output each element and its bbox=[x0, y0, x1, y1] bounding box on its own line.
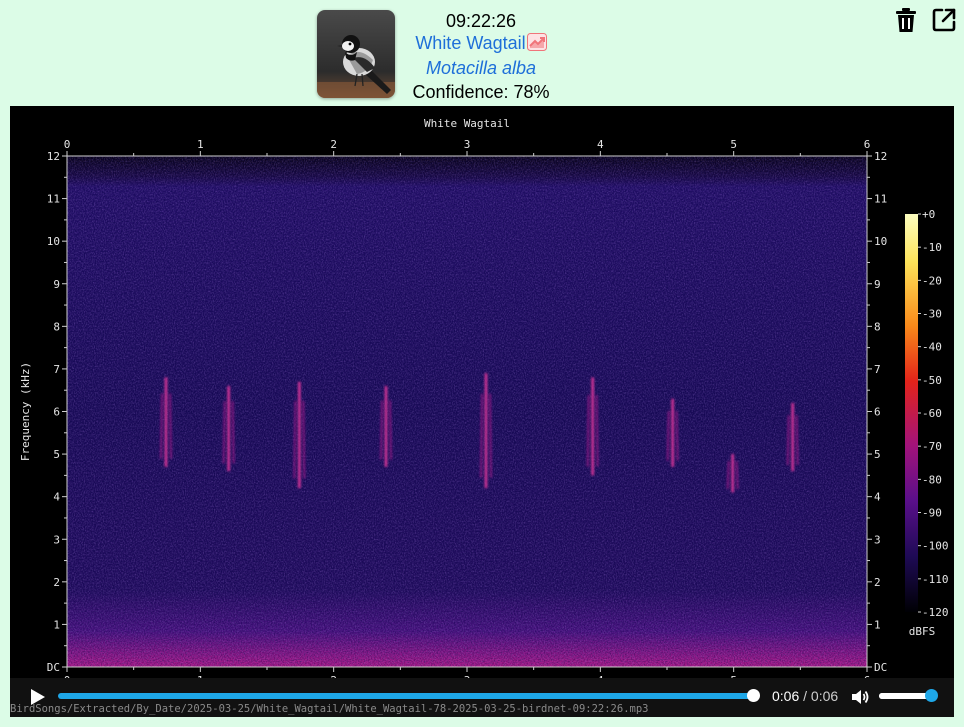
y-tick-label-left: DC bbox=[47, 661, 60, 674]
colorbar-tick-label: -120 bbox=[922, 606, 949, 619]
common-name-row: White Wagtail bbox=[398, 32, 564, 56]
call-streak bbox=[795, 415, 799, 466]
y-tick-label-right: 7 bbox=[874, 363, 881, 376]
total-time: 0:06 bbox=[810, 688, 839, 704]
y-tick-label-left: 3 bbox=[53, 533, 60, 546]
y-tick-label-left: 2 bbox=[53, 576, 60, 589]
y-tick-label-left: 6 bbox=[53, 406, 60, 419]
colorbar bbox=[905, 214, 918, 612]
x-tick-label-top: 3 bbox=[464, 138, 471, 151]
bird-thumbnail[interactable] bbox=[317, 10, 395, 98]
detection-page: 09:22:26 White Wagtail Motacilla alba Co… bbox=[0, 0, 964, 727]
colorbar-tick-label: -40 bbox=[922, 341, 942, 354]
colorbar-tick-label: +0 bbox=[922, 208, 935, 221]
x-tick-label-top: 2 bbox=[330, 138, 337, 151]
call-streak bbox=[726, 460, 730, 489]
scientific-name: Motacilla alba bbox=[425, 58, 537, 78]
call-streak bbox=[735, 460, 739, 489]
volume-fill bbox=[879, 693, 931, 699]
volume-icon[interactable] bbox=[850, 687, 870, 707]
common-name-link[interactable]: White Wagtail bbox=[415, 33, 525, 53]
y-tick-label-left: 10 bbox=[47, 235, 60, 248]
call-streak bbox=[595, 395, 599, 467]
time-display: 0:06 / 0:06 bbox=[772, 688, 838, 704]
y-tick-label-left: 12 bbox=[47, 150, 60, 163]
external-link-icon[interactable] bbox=[930, 6, 958, 34]
x-tick-label-top: 1 bbox=[197, 138, 204, 151]
colorbar-tick-label: -30 bbox=[922, 308, 942, 321]
colorbar-tick-label: -60 bbox=[922, 407, 942, 420]
y-tick-label-right: 11 bbox=[874, 193, 887, 206]
colorbar-tick-label: -80 bbox=[922, 473, 942, 486]
trending-up-icon[interactable] bbox=[526, 33, 547, 56]
trash-icon[interactable] bbox=[892, 6, 920, 34]
x-tick-label-top: 6 bbox=[864, 138, 871, 151]
colorbar-tick-label: -50 bbox=[922, 374, 942, 387]
colorbar-tick-label: -20 bbox=[922, 274, 942, 287]
y-tick-label-right: 5 bbox=[874, 448, 881, 461]
y-tick-label-right: 2 bbox=[874, 576, 881, 589]
y-tick-label-left: 8 bbox=[53, 320, 60, 333]
volume-slider[interactable] bbox=[879, 689, 938, 702]
y-tick-label-right: 1 bbox=[874, 618, 881, 631]
spectrogram-noise-dark bbox=[67, 156, 867, 667]
y-tick-label-left: 9 bbox=[53, 278, 60, 291]
y-tick-label-left: 4 bbox=[53, 491, 60, 504]
colorbar-tick-label: -100 bbox=[922, 540, 949, 553]
colorbar-tick-label: -70 bbox=[922, 440, 942, 453]
colorbar-tick-label: -90 bbox=[922, 507, 942, 520]
y-tick-label-right: 9 bbox=[874, 278, 881, 291]
y-tick-label-right: 10 bbox=[874, 235, 887, 248]
detection-info: 09:22:26 White Wagtail Motacilla alba Co… bbox=[398, 10, 564, 104]
call-streak bbox=[480, 393, 483, 478]
play-icon[interactable] bbox=[26, 686, 48, 708]
y-tick-label-right: 6 bbox=[874, 406, 881, 419]
call-streak bbox=[293, 400, 297, 479]
colorbar-label: dBFS bbox=[909, 625, 936, 638]
time-separator: / bbox=[799, 688, 811, 704]
y-tick-label-right: 3 bbox=[874, 533, 881, 546]
current-time: 0:06 bbox=[772, 688, 800, 704]
y-axis-label: Frequency (kHz) bbox=[19, 362, 32, 461]
y-tick-label-right: 4 bbox=[874, 491, 881, 504]
call-streak bbox=[389, 400, 392, 460]
x-tick-label-top: 0 bbox=[64, 138, 71, 151]
colorbar-tick-label: -110 bbox=[922, 573, 949, 586]
spectrogram[interactable]: 00112233445566DCDC1122334455667788991010… bbox=[10, 106, 954, 678]
call-streak bbox=[786, 415, 790, 466]
volume-thumb[interactable] bbox=[925, 689, 938, 702]
call-streak bbox=[302, 400, 306, 479]
seek-thumb[interactable] bbox=[747, 689, 760, 702]
spectrogram-title: White Wagtail bbox=[424, 117, 510, 130]
colorbar-tick-label: -10 bbox=[922, 241, 942, 254]
call-streak bbox=[666, 410, 670, 461]
y-tick-label-left: 7 bbox=[53, 363, 60, 376]
seek-bar[interactable] bbox=[58, 689, 760, 702]
x-tick-label-top: 5 bbox=[730, 138, 737, 151]
y-tick-label-right: 12 bbox=[874, 150, 887, 163]
call-streak bbox=[380, 400, 383, 460]
y-tick-label-right: 8 bbox=[874, 320, 881, 333]
y-tick-label-left: 5 bbox=[53, 448, 60, 461]
call-streak bbox=[586, 395, 590, 467]
x-tick-label-top: 4 bbox=[597, 138, 604, 151]
y-tick-label-right: DC bbox=[874, 661, 887, 674]
action-icons bbox=[892, 6, 958, 34]
y-tick-label-left: 11 bbox=[47, 193, 60, 206]
detection-time: 09:22:26 bbox=[445, 11, 517, 31]
call-streak bbox=[489, 393, 492, 478]
call-streak bbox=[675, 410, 679, 461]
call-streak bbox=[222, 401, 226, 464]
call-streak bbox=[160, 393, 163, 459]
call-streak bbox=[231, 401, 235, 464]
call-streak bbox=[169, 393, 172, 459]
audio-player: 0:06 / 0:06 bbox=[10, 678, 954, 717]
confidence-text: Confidence: 78% bbox=[412, 82, 550, 102]
y-tick-label-left: 1 bbox=[53, 618, 60, 631]
